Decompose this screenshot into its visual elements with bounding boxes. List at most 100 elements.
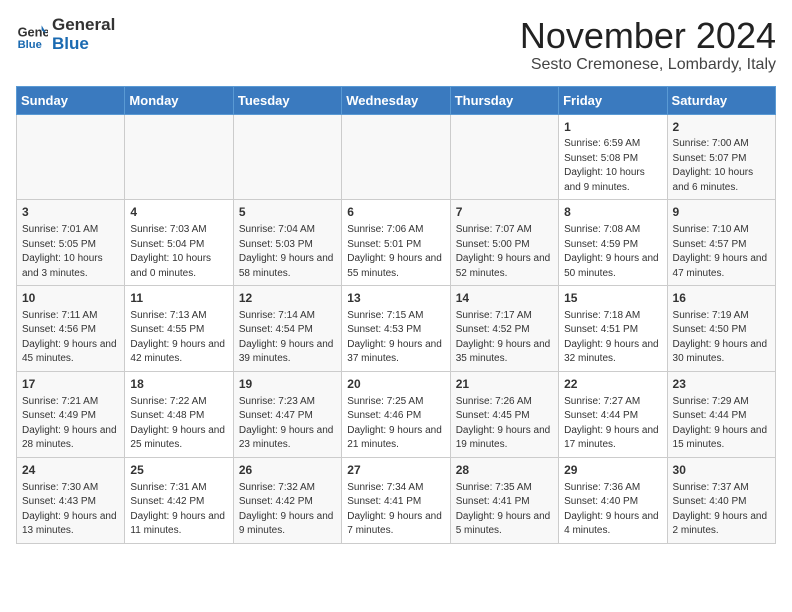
day-number: 18 — [130, 376, 227, 393]
day-number: 25 — [130, 462, 227, 479]
logo: General Blue General Blue — [16, 16, 115, 53]
day-info: Sunrise: 7:36 AM Sunset: 4:40 PM Dayligh… — [564, 481, 661, 539]
calendar-cell: 18 Sunrise: 7:22 AM Sunset: 4:48 PM Dayli… — [125, 371, 233, 457]
svg-text:Blue: Blue — [18, 38, 42, 50]
day-number: 28 — [456, 462, 553, 479]
day-number: 16 — [673, 290, 770, 307]
calendar-cell — [17, 114, 125, 200]
day-number: 22 — [564, 376, 661, 393]
day-info: Sunrise: 7:35 AM Sunset: 4:41 PM Dayligh… — [456, 481, 553, 539]
day-number: 24 — [22, 462, 119, 479]
day-info: Sunrise: 7:08 AM Sunset: 4:59 PM Dayligh… — [564, 223, 661, 281]
calendar-cell: 3 Sunrise: 7:01 AM Sunset: 5:05 PM Daylig… — [17, 200, 125, 286]
day-number: 7 — [456, 204, 553, 221]
calendar-cell: 11Sunrise: 7:13 AM Sunset: 4:55 PM Dayli… — [125, 286, 233, 372]
calendar-cell: 26 Sunrise: 7:32 AM Sunset: 4:42 PM Dayli… — [233, 457, 341, 543]
day-number: 3 — [22, 204, 119, 221]
title-block: November 2024 Sesto Cremonese, Lombardy,… — [520, 16, 776, 74]
day-number: 27 — [347, 462, 444, 479]
column-header-monday: Monday — [125, 86, 233, 114]
day-info: Sunrise: 7:25 AM Sunset: 4:46 PM Dayligh… — [347, 395, 444, 453]
logo-blue-text: Blue — [52, 35, 115, 54]
day-info: Sunrise: 7:32 AM Sunset: 4:42 PM Dayligh… — [239, 481, 336, 539]
calendar-cell: 2Sunrise: 7:00 AM Sunset: 5:07 PM Daylig… — [667, 114, 775, 200]
calendar-table: SundayMondayTuesdayWednesdayThursdayFrid… — [16, 86, 776, 544]
day-info: Sunrise: 7:22 AM Sunset: 4:48 PM Dayligh… — [130, 395, 227, 453]
day-info: Sunrise: 6:59 AM Sunset: 5:08 PM Dayligh… — [564, 137, 661, 195]
day-number: 21 — [456, 376, 553, 393]
day-number: 13 — [347, 290, 444, 307]
day-info: Sunrise: 7:04 AM Sunset: 5:03 PM Dayligh… — [239, 223, 336, 281]
column-header-tuesday: Tuesday — [233, 86, 341, 114]
calendar-cell: 10 Sunrise: 7:11 AM Sunset: 4:56 PM Dayli… — [17, 286, 125, 372]
day-info: Sunrise: 7:23 AM Sunset: 4:47 PM Dayligh… — [239, 395, 336, 453]
day-info: Sunrise: 7:10 AM Sunset: 4:57 PM Dayligh… — [673, 223, 770, 281]
calendar-week-row: 1Sunrise: 6:59 AM Sunset: 5:08 PM Daylig… — [17, 114, 776, 200]
day-number: 5 — [239, 204, 336, 221]
day-info: Sunrise: 7:18 AM Sunset: 4:51 PM Dayligh… — [564, 309, 661, 367]
page-header: General Blue General Blue November 2024 … — [16, 16, 776, 74]
day-info: Sunrise: 7:15 AM Sunset: 4:53 PM Dayligh… — [347, 309, 444, 367]
calendar-cell: 21Sunrise: 7:26 AM Sunset: 4:45 PM Dayli… — [450, 371, 558, 457]
svg-text:General: General — [18, 24, 48, 39]
calendar-cell: 24 Sunrise: 7:30 AM Sunset: 4:43 PM Dayli… — [17, 457, 125, 543]
calendar-cell — [450, 114, 558, 200]
day-number: 17 — [22, 376, 119, 393]
column-header-friday: Friday — [559, 86, 667, 114]
logo-general-text: General — [52, 16, 115, 35]
day-number: 26 — [239, 462, 336, 479]
day-number: 12 — [239, 290, 336, 307]
day-number: 29 — [564, 462, 661, 479]
calendar-cell: 4 Sunrise: 7:03 AM Sunset: 5:04 PM Daylig… — [125, 200, 233, 286]
day-info: Sunrise: 7:13 AM Sunset: 4:55 PM Dayligh… — [130, 309, 227, 367]
day-info: Sunrise: 7:06 AM Sunset: 5:01 PM Dayligh… — [347, 223, 444, 281]
day-number: 10 — [22, 290, 119, 307]
day-info: Sunrise: 7:19 AM Sunset: 4:50 PM Dayligh… — [673, 309, 770, 367]
day-number: 9 — [673, 204, 770, 221]
calendar-cell: 12Sunrise: 7:14 AM Sunset: 4:54 PM Dayli… — [233, 286, 341, 372]
calendar-cell: 20 Sunrise: 7:25 AM Sunset: 4:46 PM Dayli… — [342, 371, 450, 457]
calendar-cell: 22 Sunrise: 7:27 AM Sunset: 4:44 PM Dayli… — [559, 371, 667, 457]
day-info: Sunrise: 7:03 AM Sunset: 5:04 PM Dayligh… — [130, 223, 227, 281]
day-number: 1 — [564, 119, 661, 136]
day-info: Sunrise: 7:27 AM Sunset: 4:44 PM Dayligh… — [564, 395, 661, 453]
calendar-cell: 30 Sunrise: 7:37 AM Sunset: 4:40 PM Dayli… — [667, 457, 775, 543]
day-info: Sunrise: 7:31 AM Sunset: 4:42 PM Dayligh… — [130, 481, 227, 539]
calendar-cell: 7Sunrise: 7:07 AM Sunset: 5:00 PM Daylig… — [450, 200, 558, 286]
calendar-cell: 28 Sunrise: 7:35 AM Sunset: 4:41 PM Dayli… — [450, 457, 558, 543]
day-number: 15 — [564, 290, 661, 307]
calendar-cell — [125, 114, 233, 200]
calendar-cell: 8 Sunrise: 7:08 AM Sunset: 4:59 PM Daylig… — [559, 200, 667, 286]
calendar-week-row: 17 Sunrise: 7:21 AM Sunset: 4:49 PM Dayli… — [17, 371, 776, 457]
calendar-cell: 23Sunrise: 7:29 AM Sunset: 4:44 PM Dayli… — [667, 371, 775, 457]
day-info: Sunrise: 7:11 AM Sunset: 4:56 PM Dayligh… — [22, 309, 119, 367]
column-header-sunday: Sunday — [17, 86, 125, 114]
day-number: 4 — [130, 204, 227, 221]
calendar-cell — [342, 114, 450, 200]
logo-icon: General Blue — [16, 19, 48, 51]
calendar-cell: 27 Sunrise: 7:34 AM Sunset: 4:41 PM Dayli… — [342, 457, 450, 543]
day-info: Sunrise: 7:21 AM Sunset: 4:49 PM Dayligh… — [22, 395, 119, 453]
calendar-cell: 16 Sunrise: 7:19 AM Sunset: 4:50 PM Dayli… — [667, 286, 775, 372]
calendar-cell: 17 Sunrise: 7:21 AM Sunset: 4:49 PM Dayli… — [17, 371, 125, 457]
day-info: Sunrise: 7:29 AM Sunset: 4:44 PM Dayligh… — [673, 395, 770, 453]
day-info: Sunrise: 7:37 AM Sunset: 4:40 PM Dayligh… — [673, 481, 770, 539]
day-info: Sunrise: 7:00 AM Sunset: 5:07 PM Dayligh… — [673, 137, 770, 195]
day-number: 8 — [564, 204, 661, 221]
day-number: 6 — [347, 204, 444, 221]
day-number: 20 — [347, 376, 444, 393]
day-number: 30 — [673, 462, 770, 479]
calendar-header-row: SundayMondayTuesdayWednesdayThursdayFrid… — [17, 86, 776, 114]
day-info: Sunrise: 7:01 AM Sunset: 5:05 PM Dayligh… — [22, 223, 119, 281]
day-number: 14 — [456, 290, 553, 307]
calendar-week-row: 24 Sunrise: 7:30 AM Sunset: 4:43 PM Dayli… — [17, 457, 776, 543]
calendar-cell: 29 Sunrise: 7:36 AM Sunset: 4:40 PM Dayli… — [559, 457, 667, 543]
calendar-cell: 9 Sunrise: 7:10 AM Sunset: 4:57 PM Daylig… — [667, 200, 775, 286]
day-info: Sunrise: 7:30 AM Sunset: 4:43 PM Dayligh… — [22, 481, 119, 539]
calendar-cell: 1Sunrise: 6:59 AM Sunset: 5:08 PM Daylig… — [559, 114, 667, 200]
column-header-saturday: Saturday — [667, 86, 775, 114]
day-number: 19 — [239, 376, 336, 393]
day-info: Sunrise: 7:34 AM Sunset: 4:41 PM Dayligh… — [347, 481, 444, 539]
calendar-cell: 6 Sunrise: 7:06 AM Sunset: 5:01 PM Daylig… — [342, 200, 450, 286]
calendar-cell: 15 Sunrise: 7:18 AM Sunset: 4:51 PM Dayli… — [559, 286, 667, 372]
